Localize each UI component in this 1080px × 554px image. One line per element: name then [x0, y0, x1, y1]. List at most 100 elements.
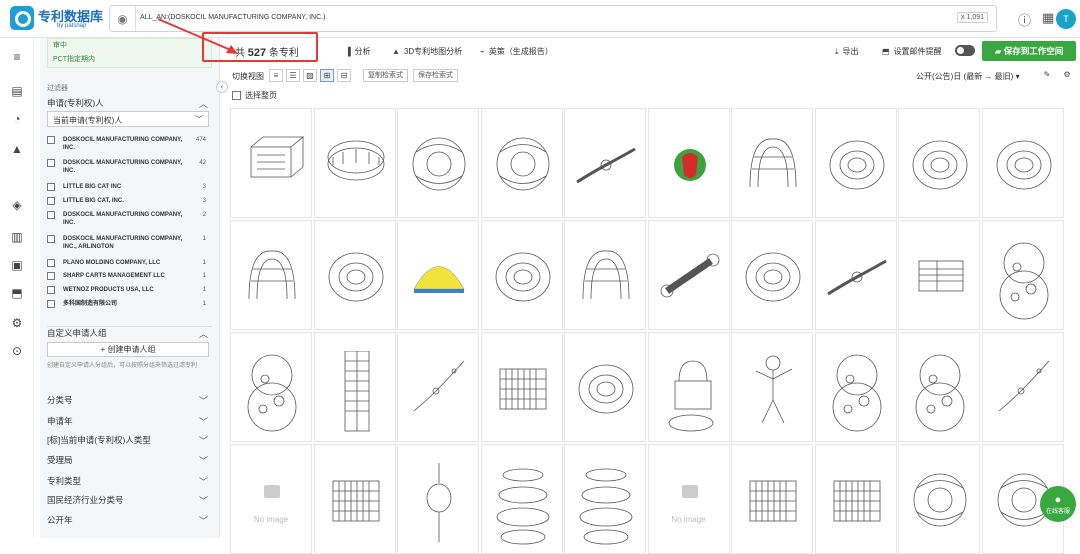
menu-toggle-icon[interactable]: ≡ [10, 50, 24, 64]
patent-thumbnail[interactable] [981, 220, 1064, 330]
list-view-icon[interactable]: ≡ [269, 69, 283, 82]
gear-icon[interactable]: ⚙ [1060, 69, 1074, 82]
checkbox[interactable] [47, 211, 55, 219]
applicant-type-select[interactable]: 当前申请(专利权)人 ﹀ [47, 111, 209, 127]
folder-icon: ▰ [994, 46, 1004, 56]
patent-drawing [332, 480, 379, 522]
patent-thumbnail[interactable] [313, 332, 396, 442]
copy-search-button[interactable]: 复制检索式 [363, 69, 408, 82]
section-pub-year[interactable]: 公开年 ﹀ [47, 514, 212, 526]
dashboard-icon[interactable]: ▣ [10, 258, 24, 272]
checkbox[interactable] [47, 259, 55, 267]
patent-thumbnail[interactable] [564, 108, 646, 218]
history-icon[interactable]: ◔ [10, 112, 24, 126]
settings-doc-icon[interactable]: ⚙ [10, 316, 24, 330]
patent-thumbnail[interactable] [814, 220, 897, 330]
globe-icon[interactable]: ◉ [110, 6, 136, 31]
checkbox[interactable] [47, 159, 55, 167]
patent-thumbnail[interactable] [814, 332, 897, 442]
avatar[interactable]: T [1056, 9, 1076, 29]
patent-thumbnail[interactable] [480, 332, 563, 442]
status-filter-box[interactable]: 审中 PCT指定期内 [47, 38, 212, 68]
patent-thumbnail[interactable] [313, 220, 396, 330]
checkbox[interactable] [47, 235, 55, 243]
section-applicant-type[interactable]: [标]当前申请(专利权)人类型 ﹀ [47, 434, 212, 446]
help-icon[interactable]: ⓘ [1018, 10, 1031, 29]
patent-thumbnail[interactable] [731, 108, 813, 218]
section-classification[interactable]: 分类号 ﹀ [47, 394, 212, 406]
patent-thumbnail[interactable] [397, 332, 479, 442]
search-query[interactable]: ALL_AN:(DOSKOCIL MANUFACTURING COMPANY, … [140, 14, 325, 21]
patent-drawing [576, 147, 636, 184]
sort-select[interactable]: 公开(公告)日 (最新 → 最旧) ▾ [916, 71, 1020, 82]
chevron-up-icon[interactable]: ︿ [199, 97, 208, 110]
layers-icon[interactable]: ◈ [10, 198, 24, 212]
custom-group-header[interactable]: 自定义申请人组 ︿ [47, 326, 212, 339]
email-alert-button[interactable]: ⬒ 设置邮件提醒 [882, 46, 942, 57]
save-workspace-button[interactable]: ▰ 保存到工作空间 [982, 41, 1076, 61]
patent-thumbnail[interactable] [397, 220, 479, 330]
patent-thumbnail[interactable] [814, 108, 897, 218]
pin-icon[interactable]: ✎ [1040, 69, 1054, 82]
patent-drawing [579, 468, 633, 545]
patent-thumbnail[interactable] [731, 332, 813, 442]
circle-g-icon[interactable]: ⊙ [10, 344, 24, 358]
patent-thumbnail[interactable] [397, 108, 479, 218]
patent-thumbnail[interactable] [898, 220, 980, 330]
analyze-button[interactable]: ▐ 分析 [345, 46, 371, 57]
patent-thumbnail[interactable] [564, 332, 646, 442]
report-button[interactable]: ⌁ 英策（生成报告） [480, 46, 553, 57]
email-alert-toggle[interactable] [955, 45, 975, 56]
bar-chart-icon[interactable]: ▥ [10, 230, 24, 244]
patent-thumbnail[interactable] [230, 332, 312, 442]
save-search-button[interactable]: 保存检索式 [413, 69, 458, 82]
patent-image-grid: No image No image [230, 108, 1080, 554]
patent-thumbnail[interactable] [647, 220, 730, 330]
patent-thumbnail[interactable] [981, 332, 1064, 442]
chat-support-button[interactable]: ● 在线客服 [1040, 486, 1076, 522]
patent-thumbnail[interactable] [647, 332, 730, 442]
patent-thumbnail[interactable] [480, 108, 563, 218]
section-industry[interactable]: 国民经济行业分类号 ﹀ [47, 494, 212, 506]
section-office[interactable]: 受理局 ﹀ [47, 454, 212, 466]
image-view-icon[interactable]: ▨ [303, 69, 317, 82]
detail-view-icon[interactable]: ☰ [286, 69, 300, 82]
patent-thumbnail[interactable] [230, 220, 312, 330]
patent-thumbnail[interactable] [898, 332, 980, 442]
section-patent-type[interactable]: 专利类型 ﹀ [47, 475, 212, 487]
status-pending[interactable]: 审中 [53, 40, 67, 50]
export-button[interactable]: ⤓ 导出 [835, 46, 859, 57]
select-page[interactable]: 选择整页 [232, 90, 277, 101]
grid-view-icon[interactable]: ⊞ [320, 69, 334, 82]
apps-grid-icon[interactable]: ▦ [1042, 10, 1054, 26]
checkbox[interactable] [47, 286, 55, 294]
checkbox[interactable] [47, 183, 55, 191]
patent-thumbnail[interactable] [647, 108, 730, 218]
status-pct[interactable]: PCT指定期内 [53, 54, 95, 64]
patent-thumbnail[interactable] [898, 108, 980, 218]
app-logo[interactable] [10, 6, 34, 30]
map3d-button[interactable]: ▲ 3D专利地图分析 [392, 46, 462, 57]
checkbox[interactable] [47, 300, 55, 308]
patent-thumbnail[interactable] [313, 108, 396, 218]
document-icon[interactable]: ▤ [10, 84, 24, 98]
patent-thumbnail[interactable] [981, 108, 1064, 218]
checkbox[interactable] [47, 272, 55, 280]
search-input[interactable]: ◉ ALL_AN:(DOSKOCIL MANUFACTURING COMPANY… [109, 5, 997, 32]
search-count-badge: x 1,091 [957, 12, 988, 23]
split-view-icon[interactable]: ⊟ [337, 69, 351, 82]
patent-thumbnail[interactable] [480, 220, 563, 330]
patent-thumbnail[interactable] [731, 220, 813, 330]
mountain-icon[interactable]: ▲ [10, 142, 24, 156]
chevron-up-icon[interactable]: ︿ [199, 327, 208, 340]
checkbox[interactable] [47, 136, 55, 144]
checkbox[interactable] [47, 197, 55, 205]
upload-icon[interactable]: ⬒ [10, 286, 24, 300]
collapse-sidebar-button[interactable]: ‹ [216, 81, 228, 93]
applicant-section-header[interactable]: 申请(专利权)人 ︿ [47, 97, 212, 109]
patent-thumbnail[interactable] [564, 220, 646, 330]
patent-thumbnail[interactable] [230, 108, 312, 218]
create-group-button[interactable]: + 创建申请人组 [47, 342, 209, 357]
checkbox[interactable] [232, 91, 241, 101]
section-year[interactable]: 申请年 ﹀ [47, 415, 212, 427]
